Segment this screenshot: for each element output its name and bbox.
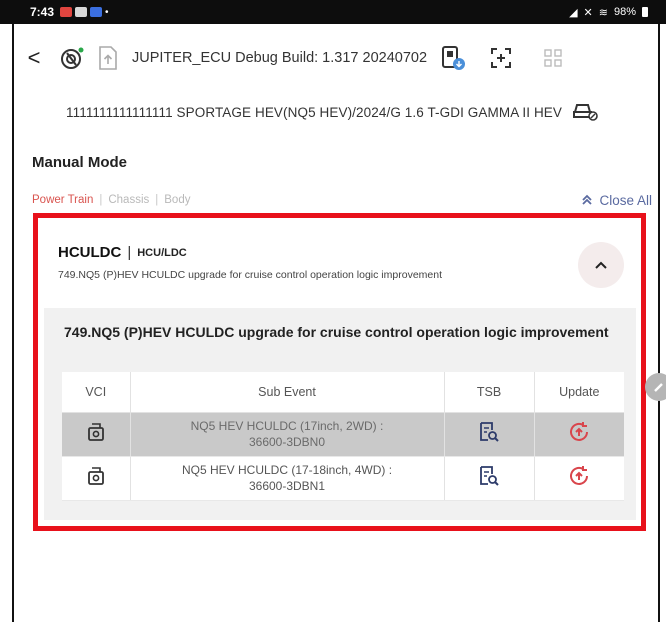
back-button[interactable]: < [14, 45, 54, 71]
screen-expand-icon[interactable] [483, 40, 519, 76]
status-bar: 7:43 • ◢ ✕ ≋ 98% [0, 0, 666, 24]
dot-icon: • [105, 6, 109, 18]
status-time: 7:43 [30, 5, 55, 19]
mute-icon: ✕ [583, 6, 593, 19]
connection-icon[interactable] [54, 40, 90, 76]
battery-icon [642, 7, 648, 17]
filter-separator: | [99, 194, 103, 206]
grid-icon[interactable] [535, 40, 571, 76]
vehicle-info: 1111111111111111 SPORTAGE HEV(NQ5 HEV)/2… [66, 104, 563, 120]
status-right: ◢ ✕ ≋ 98% [569, 6, 648, 19]
manual-mode-title: Manual Mode [32, 154, 128, 171]
vehicle-settings-icon[interactable] [572, 99, 598, 126]
filter-body[interactable]: Body [164, 194, 190, 206]
app-bar: < JUPITER_ECU Debug Build: 1.317 2024070… [14, 30, 658, 86]
close-all-label: Close All [599, 192, 652, 208]
device-edge-right [658, 24, 660, 622]
download-device-icon[interactable] [435, 40, 471, 76]
filter-separator: | [155, 194, 159, 206]
filter-chassis[interactable]: Chassis [108, 194, 149, 206]
signal-icon: ◢ [569, 6, 578, 19]
double-chevron-up-icon [582, 194, 593, 205]
gallery-icon [75, 7, 88, 17]
highlight-box [33, 213, 646, 531]
wifi-icon: ≋ [598, 6, 608, 19]
build-title: JUPITER_ECU Debug Build: 1.317 20240702 [132, 50, 428, 66]
battery-percent: 98% [613, 6, 636, 18]
upload-doc-icon[interactable] [90, 40, 126, 76]
notification-icon [60, 7, 73, 17]
app-screen: 7:43 • ◢ ✕ ≋ 98% < JUPITER_ECU Debug Bui… [0, 0, 666, 622]
category-filter-row: Power Train | Chassis | Body Close All [32, 190, 652, 210]
app-icon [90, 7, 103, 17]
close-all-button[interactable]: Close All [581, 193, 652, 208]
vehicle-info-row: 1111111111111111 SPORTAGE HEV(NQ5 HEV)/2… [14, 92, 658, 132]
filter-power-train[interactable]: Power Train [32, 194, 93, 206]
edit-pencil-icon[interactable] [645, 373, 666, 401]
